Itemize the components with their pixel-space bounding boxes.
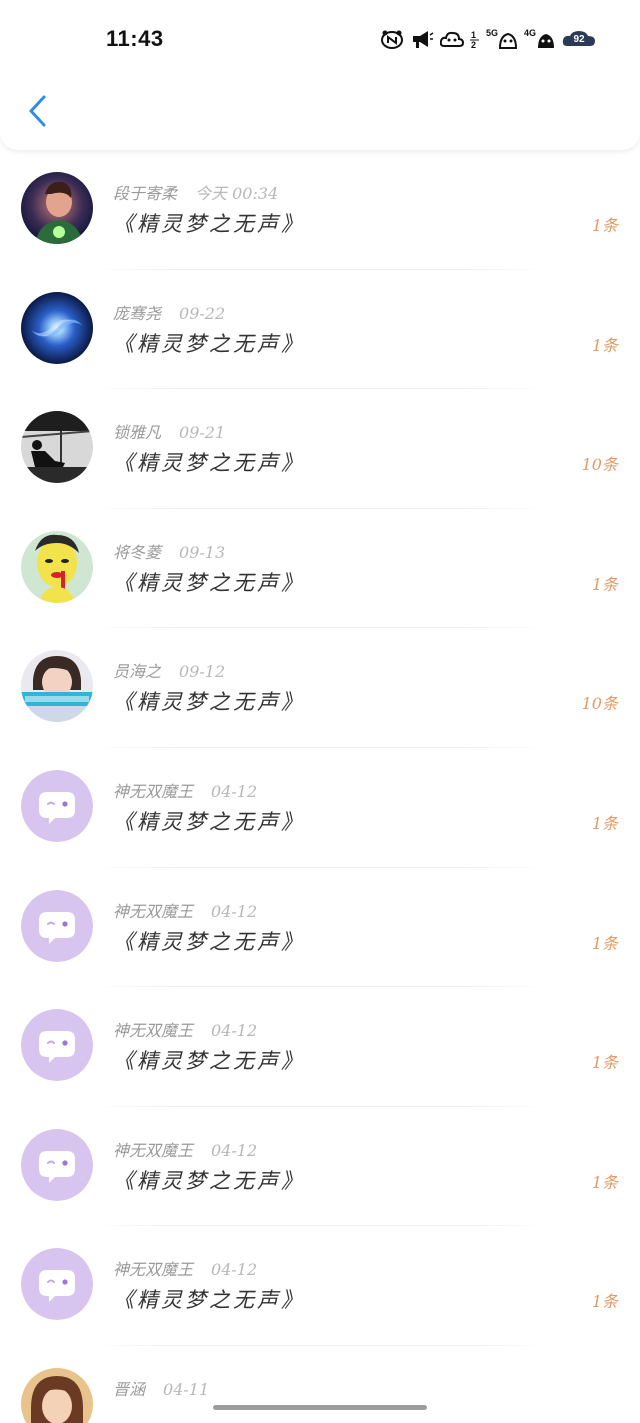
message-count: 1条 — [591, 1053, 618, 1073]
girl-cyan-avatar[interactable] — [21, 650, 93, 723]
message-row[interactable]: 锁雅凡 09-21 《精灵梦之无声》 10条 — [0, 389, 640, 509]
sender-name: 锁雅凡 — [113, 423, 162, 443]
message-row[interactable]: 神无双魔王 04-12 《精灵梦之无声》 1条 — [0, 748, 640, 868]
message-row[interactable]: 将冬菱 09-13 《精灵梦之无声》 1条 — [0, 509, 640, 629]
message-time: 今天 00:34 — [195, 184, 279, 203]
message-time: 09-22 — [179, 303, 226, 323]
message-row[interactable]: 神无双魔王 04-12 《精灵梦之无声》 1条 — [0, 987, 640, 1107]
svg-text:2: 2 — [471, 40, 476, 50]
sender-meta: 庞骞尧 09-22 — [113, 300, 225, 324]
message-title: 《精灵梦之无声》 — [113, 1049, 305, 1074]
sender-name: 神无双魔王 — [113, 1021, 194, 1041]
top-bar: 11:43 1 2 5G 4G 92 — [0, 0, 640, 150]
photo-boy-avatar[interactable] — [21, 172, 93, 244]
bw-window-avatar[interactable] — [21, 411, 93, 484]
sender-name: 晋涵 — [113, 1379, 146, 1399]
sender-name: 神无双魔王 — [113, 1140, 194, 1160]
default-chat-avatar[interactable] — [21, 769, 93, 842]
galaxy-avatar[interactable] — [21, 291, 93, 364]
message-time: 04-11 — [163, 1379, 210, 1399]
message-list-screen: 11:43 1 2 5G 4G 92 段于寄柔 今天 00:34 《精灵梦之无声… — [0, 0, 640, 1423]
sender-name: 神无双魔王 — [113, 901, 194, 921]
network-5g-label: 5G — [485, 28, 498, 38]
message-title: 《精灵梦之无声》 — [113, 690, 305, 715]
message-count: 1条 — [591, 933, 618, 953]
back-button[interactable] — [20, 94, 54, 132]
message-title: 《精灵梦之无声》 — [113, 929, 305, 954]
sender-meta: 神无双魔王 04-12 — [113, 778, 257, 802]
sender-meta: 神无双魔王 04-12 — [113, 1256, 257, 1280]
default-chat-avatar[interactable] — [21, 1248, 93, 1321]
message-count: 10条 — [581, 455, 618, 475]
message-title: 《精灵梦之无声》 — [113, 1288, 305, 1313]
signal-5g-icon: 5G — [486, 28, 518, 50]
message-count: 1条 — [591, 574, 618, 594]
message-row[interactable]: 段于寄柔 今天 00:34 《精灵梦之无声》 1条 — [0, 150, 640, 270]
sender-meta: 锁雅凡 09-21 — [113, 419, 225, 443]
status-time: 11:43 — [106, 26, 164, 51]
megaphone-icon — [410, 28, 434, 50]
sender-name: 员海之 — [113, 662, 162, 682]
sender-name: 段于寄柔 — [113, 184, 178, 203]
notification-n-icon — [380, 28, 404, 50]
message-title: 《精灵梦之无声》 — [113, 331, 305, 356]
message-time: 04-12 — [211, 1260, 258, 1280]
svg-text:1: 1 — [471, 30, 476, 40]
message-row[interactable]: 神无双魔王 04-12 《精灵梦之无声》 1条 — [0, 1107, 640, 1227]
sender-meta: 神无双魔王 04-12 — [113, 1017, 257, 1041]
message-time: 09-13 — [179, 542, 226, 562]
sender-meta: 晋涵 04-11 — [113, 1376, 209, 1400]
message-row[interactable]: 员海之 09-12 《精灵梦之无声》 10条 — [0, 628, 640, 748]
sender-name: 庞骞尧 — [113, 303, 162, 323]
cloud-cat-icon — [439, 28, 464, 50]
signal-4g-icon: 4G — [524, 28, 556, 50]
message-count: 1条 — [591, 1172, 618, 1192]
default-chat-avatar[interactable] — [21, 1009, 93, 1082]
default-chat-avatar[interactable] — [21, 889, 93, 962]
default-chat-avatar[interactable] — [21, 1128, 93, 1201]
message-row[interactable]: 神无双魔王 04-12 《精灵梦之无声》 1条 — [0, 868, 640, 988]
message-time: 04-12 — [211, 901, 258, 921]
message-title: 《精灵梦之无声》 — [113, 212, 305, 236]
message-list: 段于寄柔 今天 00:34 《精灵梦之无声》 1条 庞骞尧 09-22 《精灵梦… — [0, 150, 640, 1423]
message-time: 04-12 — [211, 1140, 258, 1160]
battery-icon: 92 — [562, 29, 596, 49]
chevron-left-icon — [27, 94, 47, 132]
network-4g-label: 4G — [523, 28, 536, 38]
message-count: 1条 — [591, 216, 618, 235]
message-title: 《精灵梦之无声》 — [113, 570, 305, 595]
message-count: 1条 — [591, 335, 618, 355]
sender-meta: 神无双魔王 04-12 — [113, 1137, 257, 1161]
sender-meta: 神无双魔王 04-12 — [113, 898, 257, 922]
message-row[interactable]: 晋涵 04-11 — [0, 1346, 640, 1423]
yellow-face-avatar[interactable] — [21, 530, 93, 603]
message-row[interactable]: 神无双魔王 04-12 《精灵梦之无声》 1条 — [0, 1226, 640, 1346]
sender-name: 将冬菱 — [113, 542, 162, 562]
status-icons: 1 2 5G 4G 92 — [380, 28, 596, 50]
home-indicator[interactable] — [213, 1405, 427, 1410]
message-time: 09-12 — [179, 662, 226, 682]
sender-name: 神无双魔王 — [113, 781, 194, 801]
message-count: 1条 — [591, 813, 618, 833]
photo-girl-avatar[interactable] — [21, 1367, 93, 1423]
message-count: 1条 — [591, 1292, 618, 1312]
message-title: 《精灵梦之无声》 — [113, 451, 305, 476]
message-time: 04-12 — [211, 1021, 258, 1041]
half-signal-icon: 1 2 — [469, 28, 480, 50]
message-count: 10条 — [581, 694, 618, 714]
sender-meta: 员海之 09-12 — [113, 658, 225, 682]
message-time: 09-21 — [179, 423, 226, 443]
message-row[interactable]: 庞骞尧 09-22 《精灵梦之无声》 1条 — [0, 270, 640, 390]
battery-level: 92 — [573, 33, 585, 45]
sender-name: 神无双魔王 — [113, 1260, 194, 1280]
message-time: 04-12 — [211, 781, 258, 801]
sender-meta: 将冬菱 09-13 — [113, 539, 225, 563]
message-title: 《精灵梦之无声》 — [113, 1168, 305, 1193]
sender-meta: 段于寄柔 今天 00:34 — [113, 180, 278, 204]
message-title: 《精灵梦之无声》 — [113, 809, 305, 834]
